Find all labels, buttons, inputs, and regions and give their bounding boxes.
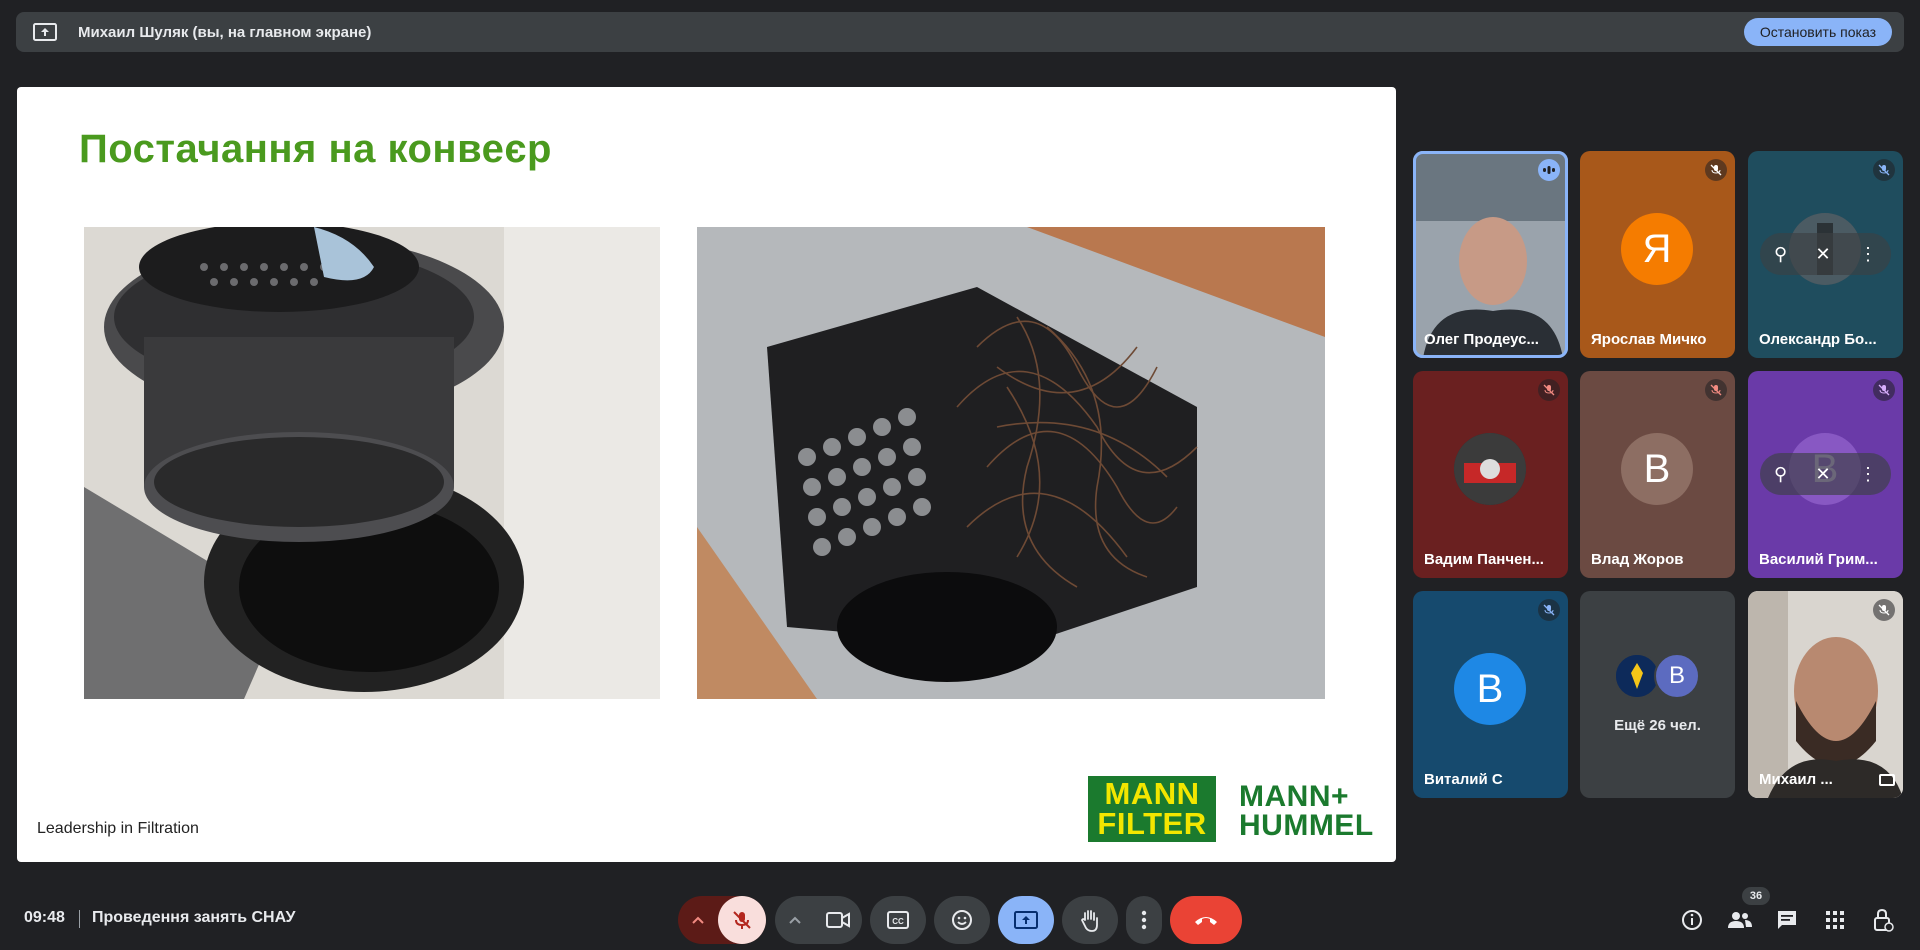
presenting-label: Михаил Шуляк (вы, на главном экране)	[78, 23, 372, 41]
shared-slide: Постачання на конвеєр Leadership in Filt…	[17, 87, 1396, 862]
camera-icon	[825, 912, 850, 928]
people-button[interactable]	[1727, 907, 1753, 933]
leave-call-button[interactable]	[1170, 896, 1242, 944]
participant-name: Василий Грим...	[1759, 551, 1878, 568]
participant-tile[interactable]: В Влад Жоров	[1580, 371, 1735, 578]
participant-name: Олександр Бо...	[1759, 331, 1877, 348]
mic-off-icon	[1538, 379, 1560, 401]
tile-hover-controls: ⚲ ✕ ⋮	[1760, 453, 1891, 495]
mic-off-icon	[1538, 599, 1560, 621]
svg-text:CC: CC	[892, 917, 904, 926]
pin-icon[interactable]: ⚲	[1774, 464, 1787, 485]
avatar: В	[1654, 653, 1700, 699]
chevron-up-icon[interactable]	[776, 916, 814, 924]
mann-filter-logo: MANN FILTER	[1088, 776, 1216, 842]
more-participants-label: Ещё 26 чел.	[1614, 717, 1701, 734]
host-controls-icon	[1874, 908, 1894, 932]
people-icon	[1728, 912, 1752, 928]
avatar: Я	[1621, 213, 1693, 285]
slide-footer: Leadership in Filtration	[37, 820, 199, 837]
participant-tile[interactable]: Олег Продеус...	[1413, 151, 1568, 358]
camera-button[interactable]	[814, 911, 862, 929]
participant-name: Вадим Панчен...	[1424, 551, 1544, 568]
stop-presenting-button[interactable]: Остановить показ	[1743, 18, 1892, 46]
mic-off-button[interactable]	[718, 896, 766, 944]
avatar	[1454, 433, 1526, 505]
mute-participant-icon[interactable]: ✕	[1816, 464, 1831, 485]
avatar: В	[1454, 653, 1526, 725]
meeting-details-button[interactable]	[1679, 907, 1705, 933]
more-vert-icon[interactable]: ⋮	[1859, 244, 1877, 265]
picture-in-picture-icon[interactable]	[1879, 774, 1895, 786]
camera-control-group	[775, 896, 862, 944]
mic-off-icon	[733, 911, 751, 929]
participant-name: Ярослав Мичко	[1591, 331, 1707, 348]
emoji-button[interactable]	[934, 896, 990, 944]
participant-name: Виталий С	[1424, 771, 1503, 788]
participant-name: Олег Продеус...	[1424, 331, 1539, 348]
raise-hand-button[interactable]	[1062, 896, 1118, 944]
pin-icon[interactable]: ⚲	[1774, 244, 1787, 265]
mute-participant-icon[interactable]: ✕	[1816, 244, 1831, 265]
present-to-all-icon	[32, 22, 58, 42]
participant-tile[interactable]: В ⚲ ✕ ⋮ Василий Грим...	[1748, 371, 1903, 578]
slide-title: Постачання на конвеєр	[79, 127, 552, 171]
chat-button[interactable]	[1774, 907, 1800, 933]
chevron-up-icon[interactable]	[678, 896, 718, 944]
apps-grid-icon	[1826, 911, 1844, 929]
speaking-indicator-icon	[1538, 159, 1560, 181]
divider	[79, 910, 80, 928]
captions-button[interactable]: CC	[870, 896, 926, 944]
participant-tile[interactable]: В Виталий С	[1413, 591, 1568, 798]
presenting-banner: Михаил Шуляк (вы, на главном экране) Ост…	[16, 12, 1904, 52]
mann-hummel-logo: MANN+ HUMMEL	[1239, 780, 1374, 842]
present-screen-button[interactable]	[998, 896, 1054, 944]
mic-off-icon	[1705, 159, 1727, 181]
meeting-title: Проведення занять СНАУ	[92, 909, 296, 926]
present-screen-icon	[1014, 911, 1038, 929]
mic-off-icon	[1873, 599, 1895, 621]
participant-video	[1413, 151, 1568, 358]
avatar: В	[1621, 433, 1693, 505]
more-participants-tile[interactable]: В Ещё 26 чел.	[1580, 591, 1735, 798]
call-end-icon	[1195, 917, 1217, 925]
mic-off-icon	[1873, 159, 1895, 181]
mic-control-group	[678, 896, 766, 944]
participant-tile[interactable]: Я Ярослав Мичко	[1580, 151, 1735, 358]
mic-off-icon	[1873, 379, 1895, 401]
raise-hand-icon	[1080, 910, 1098, 932]
participant-name: Михаил ...	[1759, 771, 1833, 788]
participant-tile[interactable]: Михаил ...	[1748, 591, 1903, 798]
participant-name: Влад Жоров	[1591, 551, 1684, 568]
clock: 09:48	[24, 909, 65, 926]
filter-photo-left	[84, 227, 660, 699]
closed-captions-icon: CC	[887, 911, 909, 929]
participant-tile[interactable]: Вадим Панчен...	[1413, 371, 1568, 578]
activities-button[interactable]	[1822, 907, 1848, 933]
more-vert-icon[interactable]: ⋮	[1859, 464, 1877, 485]
participants-count-badge: 36	[1742, 887, 1770, 905]
tile-hover-controls: ⚲ ✕ ⋮	[1760, 233, 1891, 275]
more-vert-icon	[1141, 910, 1147, 930]
mic-off-icon	[1705, 379, 1727, 401]
more-options-button[interactable]	[1126, 896, 1162, 944]
filter-photo-right	[697, 227, 1325, 699]
participant-tile[interactable]: ⚲ ✕ ⋮ Олександр Бо...	[1748, 151, 1903, 358]
host-controls-button[interactable]	[1870, 907, 1896, 933]
chat-icon	[1778, 911, 1796, 929]
participant-video	[1748, 591, 1903, 798]
info-icon	[1682, 910, 1702, 930]
emoji-icon	[952, 910, 972, 930]
